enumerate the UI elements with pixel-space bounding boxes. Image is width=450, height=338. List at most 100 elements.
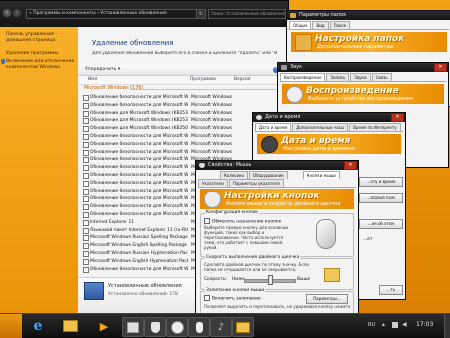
mouse-taskbar-icon[interactable]: [188, 317, 210, 337]
click-lock-checkbox[interactable]: Включить залипание: [204, 295, 261, 302]
tab-general[interactable]: Общие: [289, 21, 312, 29]
list-item[interactable]: Обновление безопасности для Microsoft Wi…: [83, 149, 273, 156]
update-icon: [83, 235, 89, 242]
sidebar-item-features[interactable]: Включение или отключение компонентов Win…: [6, 59, 76, 71]
tab-hardware[interactable]: Оборудование: [248, 171, 288, 179]
click-lock-checkbox-box[interactable]: [204, 295, 210, 301]
datetime-apply-button[interactable]: ...ть: [379, 285, 403, 295]
datetime-banner: Дата и время Настройка даты и времени: [257, 134, 401, 154]
tab-buttons[interactable]: Кнопки мыши: [302, 171, 340, 179]
internet-explorer-icon[interactable]: e: [28, 317, 48, 335]
sound-close-button[interactable]: ✕: [434, 63, 447, 72]
datetime-close-button[interactable]: ✕: [391, 113, 404, 122]
mouse-banner: Настройки кнопок Кнопки мыши и скорость …: [200, 189, 354, 209]
update-name: Microsoft Windows Russian Hyphenation Pa…: [90, 251, 188, 256]
update-icon: [83, 219, 89, 226]
speed-slider-thumb[interactable]: [268, 275, 273, 285]
tray-up-arrow-icon[interactable]: ▴: [382, 321, 385, 328]
back-button[interactable]: ‹: [3, 9, 11, 17]
test-folder-icon[interactable]: [324, 268, 340, 282]
change-timezone-button[interactable]: ...ясовой пояс: [359, 193, 403, 203]
click-lock-settings-button[interactable]: Параметры...: [306, 294, 348, 304]
tab-sounds[interactable]: Звуки: [350, 73, 371, 81]
folder-options-titlebar: Параметры папок: [287, 11, 450, 20]
column-header-name[interactable]: Имя: [88, 77, 97, 82]
update-icon: [83, 95, 89, 101]
language-indicator[interactable]: RU: [368, 322, 375, 328]
tab-recording[interactable]: Запись: [326, 73, 350, 81]
update-name: Microsoft Windows English Hyphenation Pa…: [90, 258, 188, 264]
network-icon[interactable]: [392, 322, 398, 328]
volume-icon[interactable]: ◀: [402, 321, 407, 328]
breadcrumb-root[interactable]: «: [29, 11, 32, 16]
folder-options-taskbar-icon[interactable]: [232, 317, 254, 337]
update-name: Обновление безопасности для Microsoft Wi…: [90, 102, 188, 108]
swap-checkbox-box[interactable]: [204, 218, 210, 224]
breadcrumb-programs[interactable]: Программы и компоненты: [33, 11, 96, 16]
update-name: Обновление безопасности для Microsoft Wi…: [90, 149, 188, 155]
mouse-close-button[interactable]: ✕: [344, 161, 357, 170]
mouse-banner-icon: [204, 191, 221, 208]
list-item[interactable]: Обновление безопасности для Microsoft Wi…: [83, 102, 273, 109]
programs-taskbar-icon[interactable]: [122, 317, 144, 337]
speaker-banner-icon: [286, 86, 303, 103]
tab-internet-time[interactable]: Время по Интернету: [349, 123, 401, 131]
search-input[interactable]: Поиск: Установленные обновления: [208, 9, 286, 19]
tab-communications[interactable]: Связь: [371, 73, 392, 81]
refresh-button[interactable]: ↻: [196, 9, 206, 19]
explorer-taskbar-icon[interactable]: [60, 317, 80, 335]
tab-playback[interactable]: Воспроизведение: [280, 73, 326, 81]
media-player-icon[interactable]: ▶: [94, 317, 114, 335]
list-item[interactable]: Обновление безопасности для Microsoft Wi…: [83, 94, 273, 101]
update-icon: [83, 227, 89, 234]
update-name: Обновление безопасности для Microsoft Wi…: [90, 212, 188, 217]
change-date-time-button[interactable]: ...ату и время: [359, 177, 403, 187]
list-item[interactable]: Обновление безопасности для Microsoft Wi…: [83, 141, 273, 148]
list-item[interactable]: Обновление для Microsoft Windows (KB2506…: [83, 125, 273, 133]
search-placeholder: Поиск: Установленные обновления: [211, 11, 286, 16]
update-icon: [83, 157, 89, 164]
breadcrumb-updates[interactable]: Установленные обновления: [100, 11, 166, 16]
defender-shield-icon[interactable]: [144, 317, 166, 337]
update-name: Обновление безопасности для Microsoft Wi…: [90, 188, 188, 194]
taskbar: e ▶ ♪ RU ▴ ◀ 17:03: [0, 313, 450, 338]
update-name: Обновление безопасности для Microsoft Wi…: [90, 95, 188, 100]
click-lock-label: Залипание кнопки мыши: [205, 288, 266, 293]
folder-banner-icon: [295, 34, 312, 51]
tab-wheel[interactable]: Колесико: [220, 171, 248, 179]
list-item[interactable]: Обновление безопасности для Microsoft Wi…: [83, 133, 273, 140]
sidebar-item-home[interactable]: Панель управления - домашняя страница: [6, 32, 76, 44]
organize-button[interactable]: Упорядочить ▾: [85, 67, 120, 72]
swap-buttons-checkbox[interactable]: Обменять назначение кнопок: [204, 218, 281, 225]
tab-pointer-options[interactable]: Параметры указателя: [228, 179, 284, 187]
clock[interactable]: 17:03: [416, 321, 433, 328]
column-header-version[interactable]: Версия: [234, 77, 250, 82]
mouse-tabs: Колесико Оборудование Кнопки мыши Указат…: [198, 171, 356, 188]
sidebar-item-uninstall[interactable]: Удаление программы: [6, 51, 76, 57]
tab-view[interactable]: Вид: [312, 21, 329, 29]
tab-pointers[interactable]: Указатели: [198, 179, 228, 187]
clock-taskbar-icon[interactable]: [166, 317, 188, 337]
list-item[interactable]: Обновление для Microsoft Windows (KB2533…: [83, 117, 273, 125]
column-header-program[interactable]: Программа: [190, 77, 216, 82]
sound-taskbar-icon[interactable]: ♪: [210, 317, 232, 337]
forward-button[interactable]: ›: [13, 9, 21, 17]
update-icon: [83, 243, 89, 250]
update-name: Обновление безопасности для Microsoft Wi…: [90, 165, 188, 171]
sound-banner: Воспроизведение Выберите устройство восп…: [282, 84, 444, 104]
update-name: Internet Explorer 11: [90, 219, 135, 225]
timezone-info-button[interactable]: ...ия об этом: [359, 219, 403, 229]
show-desktop-button[interactable]: [444, 314, 450, 338]
list-item[interactable]: Обновление для Microsoft Windows (KB2533…: [83, 110, 273, 117]
update-name: Microsoft Windows English Spelling Packa…: [90, 243, 187, 249]
tab-search[interactable]: Поиск: [329, 21, 351, 29]
start-button[interactable]: [0, 314, 22, 338]
tab-date-time[interactable]: Дата и время: [255, 123, 292, 131]
tab-additional-clocks[interactable]: Дополнительные часы: [292, 123, 349, 131]
double-click-label: Скорость выполнения двойного щелчка: [205, 255, 301, 260]
folder-banner-title: Настройка папок: [315, 34, 405, 44]
breadcrumb[interactable]: « Программы и компоненты › Установленные…: [26, 9, 198, 19]
clock-banner-icon: [261, 136, 278, 153]
shield-icon: [1, 59, 5, 64]
update-icon: [83, 134, 89, 140]
